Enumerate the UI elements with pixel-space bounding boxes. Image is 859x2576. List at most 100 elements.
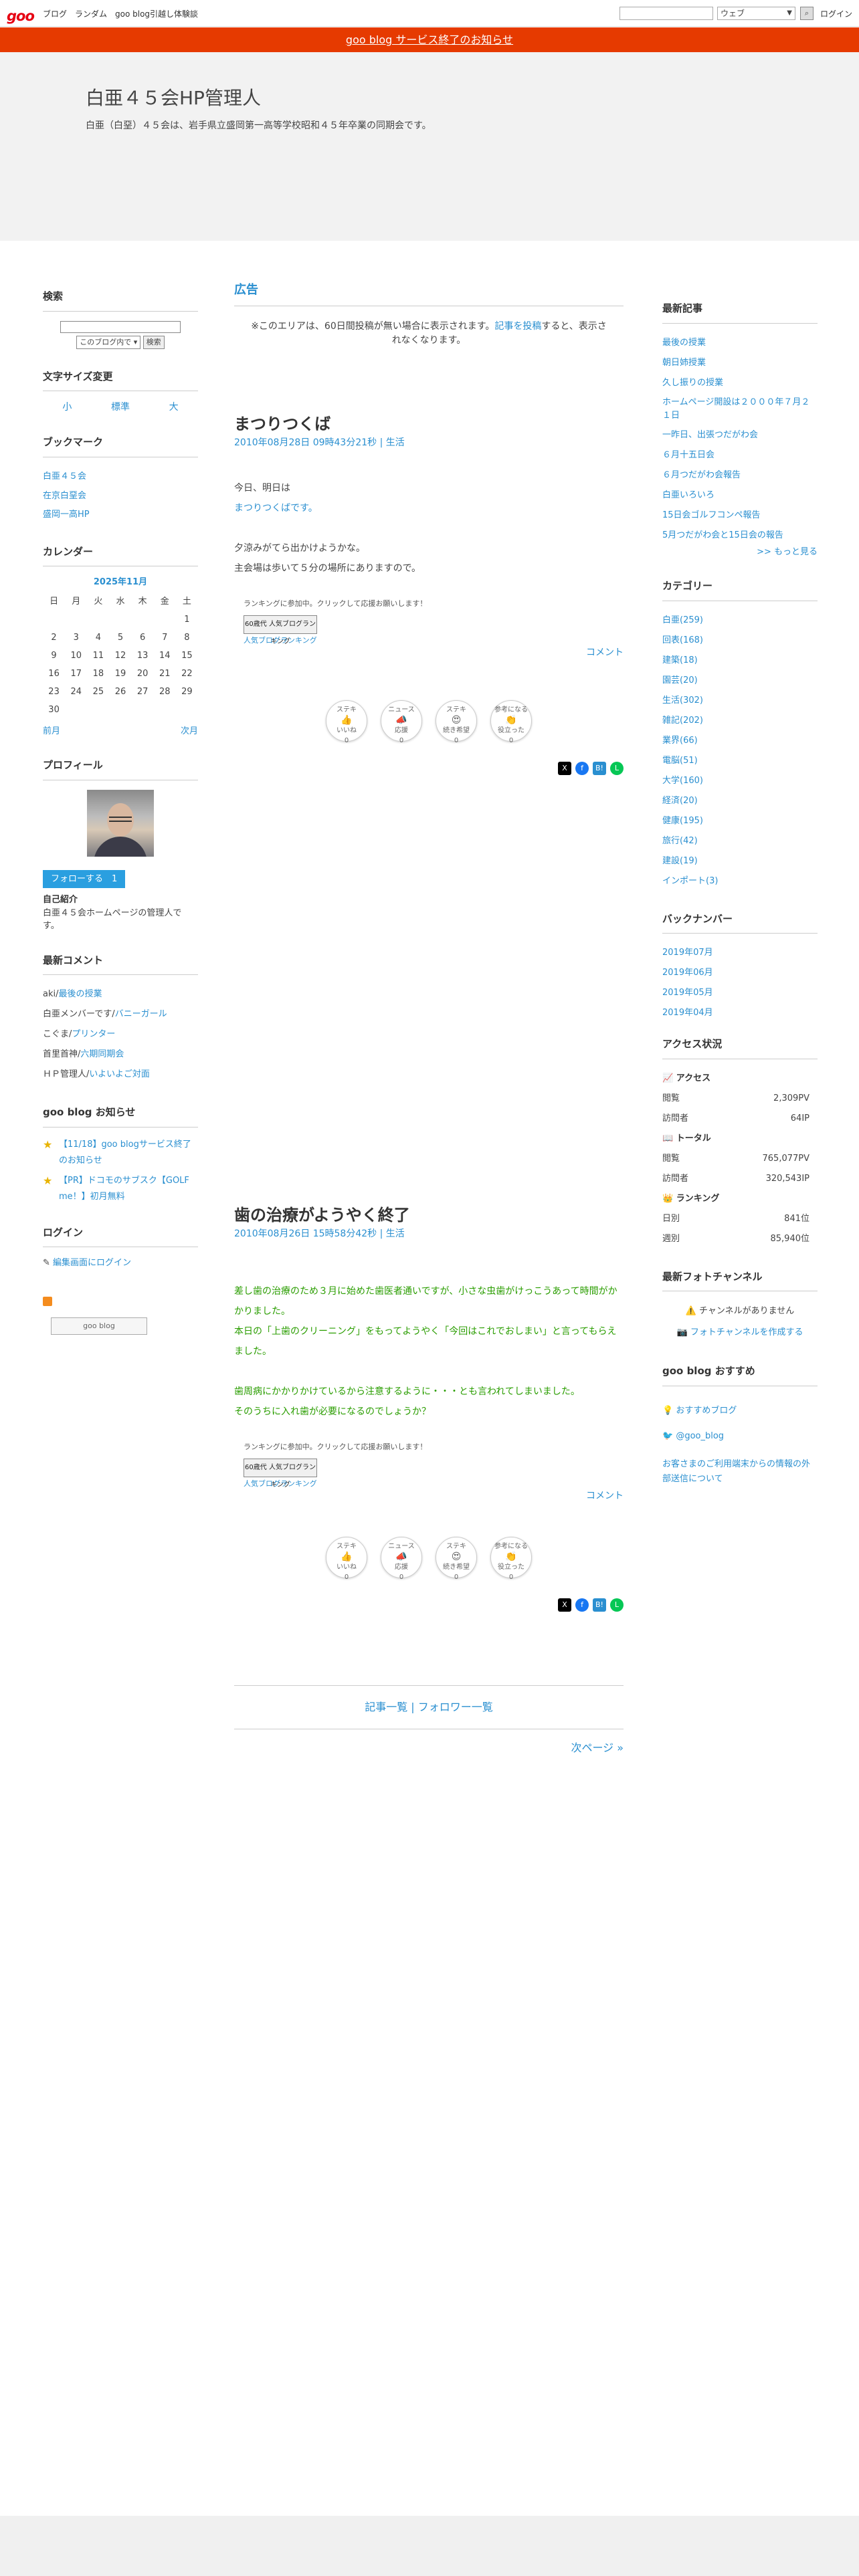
comment-entry-link[interactable]: バニーガール	[115, 1009, 167, 1019]
category-link[interactable]: 大学(160)	[662, 776, 703, 786]
comment-link[interactable]: コメント	[234, 646, 624, 660]
recent-entry-link[interactable]: 一昨日、出張つだがわ会	[662, 430, 758, 440]
edit-login-link[interactable]: 編集画面にログイン	[53, 1258, 131, 1268]
category-link[interactable]: 電脳(51)	[662, 756, 698, 766]
reaction-useful-button[interactable]: 参考になる 👏 役立った 0	[490, 700, 532, 744]
calendar-next-month[interactable]: 次月	[181, 725, 198, 738]
reaction-more-button[interactable]: ステキ 😍 続き希望 0	[436, 700, 477, 744]
entry-category-link[interactable]: 生活	[386, 1228, 405, 1239]
comment-link[interactable]: コメント	[234, 1489, 624, 1503]
search-scope-select[interactable]: ウェブ ▼	[717, 7, 795, 20]
facebook-share-icon[interactable]: f	[575, 762, 589, 775]
reaction-cheer-button[interactable]: ニュース 📣 応援 0	[381, 700, 422, 744]
comment-entry-link[interactable]: いよいよご対面	[89, 1069, 149, 1079]
goo-info-link[interactable]: 【11/18】goo blogサービス終了のお知らせ	[59, 1140, 191, 1166]
ranking-link[interactable]: 人気ブログランキング	[244, 636, 317, 645]
backnumber-link[interactable]: 2019年06月	[662, 968, 713, 978]
recent-entry-link[interactable]: 久し振りの授業	[662, 378, 723, 388]
line-share-icon[interactable]: L	[610, 1598, 624, 1612]
recent-entry-link[interactable]: 最後の授業	[662, 338, 706, 348]
recent-entry-link[interactable]: 5月つだがわ会と15日会の報告	[662, 530, 783, 540]
blog-search-button[interactable]: 検索	[142, 335, 165, 349]
nav-blog[interactable]: ブログ	[43, 8, 67, 20]
more-entries-link[interactable]: >> もっと見る	[757, 547, 818, 557]
calendar-month[interactable]: 2025年11月	[43, 576, 198, 589]
follower-list-link[interactable]: フォロワー一覧	[418, 1701, 493, 1713]
backnumber-link[interactable]: 2019年04月	[662, 1008, 713, 1016]
reaction-like-button[interactable]: ステキ 👍 いいね 0	[326, 1537, 367, 1581]
category-link[interactable]: 建築(18)	[662, 655, 698, 665]
comment-entry-link[interactable]: 最後の授業	[59, 989, 102, 999]
search-icon[interactable]: ⌕	[800, 7, 814, 20]
bookmark-item[interactable]: 在京白堊会	[43, 491, 86, 501]
category-link[interactable]: 生活(302)	[662, 695, 703, 706]
follow-button[interactable]: フォローする 1	[43, 869, 126, 888]
hatena-share-icon[interactable]: B!	[593, 1598, 606, 1612]
login-link[interactable]: ログイン	[820, 8, 852, 20]
entry-date-link[interactable]: 2010年08月28日 09時43分21秒	[234, 437, 377, 448]
bookmark-item[interactable]: 盛岡一高HP	[43, 510, 90, 520]
post-entry-link[interactable]: 記事を投稿	[494, 321, 541, 332]
ranking-badge[interactable]: 60歳代 人気ブログランキング	[244, 1458, 317, 1489]
calendar-prev-month[interactable]: 前月	[43, 725, 60, 738]
reaction-cheer-button[interactable]: ニュース 📣 応援 0	[381, 1537, 422, 1581]
blog-search-input[interactable]	[60, 320, 181, 333]
entry-date-link[interactable]: 2010年08月26日 15時58分42秒	[234, 1228, 377, 1239]
category-link[interactable]: インポート(3)	[662, 876, 718, 886]
backnumber-list[interactable]: 2019年07月 2019年06月 2019年05月 2019年04月	[662, 943, 818, 1016]
nav-random[interactable]: ランダム	[75, 8, 107, 20]
line-share-icon[interactable]: L	[610, 762, 624, 775]
hatena-share-icon[interactable]: B!	[593, 762, 606, 775]
recent-entry-link[interactable]: 白亜いろいろ	[662, 490, 714, 500]
ranking-link[interactable]: 人気ブログランキング	[244, 1479, 317, 1488]
reaction-useful-button[interactable]: 参考になる 👏 役立った 0	[490, 1537, 532, 1581]
category-link[interactable]: 健康(195)	[662, 816, 703, 826]
nav-moving-stories[interactable]: goo blog引越し体験談	[115, 8, 198, 20]
blog-title[interactable]: 白亜４５会HP管理人	[86, 84, 261, 112]
ranking-badge[interactable]: 60歳代 人気ブログランキング	[244, 615, 317, 645]
comment-entry-link[interactable]: プリンター	[72, 1029, 115, 1039]
reaction-like-button[interactable]: ステキ 👍 いいね 0	[326, 700, 367, 744]
goo-blog-twitter-link[interactable]: @goo_blog	[676, 1431, 724, 1441]
rss-icon[interactable]	[43, 1296, 52, 1306]
x-share-icon[interactable]: X	[558, 762, 571, 775]
facebook-share-icon[interactable]: f	[575, 1598, 589, 1612]
category-link[interactable]: 経済(20)	[662, 796, 698, 806]
entry-title[interactable]: まつりつくば	[234, 412, 624, 436]
category-link[interactable]: 雑記(202)	[662, 716, 703, 726]
service-end-notice-link[interactable]: goo blog サービス終了のお知らせ	[346, 33, 513, 46]
entry-line-link[interactable]: まつりつくばです。	[234, 503, 318, 514]
next-page-link[interactable]: 次ページ »	[571, 1741, 624, 1754]
entry-category-link[interactable]: 生活	[386, 437, 405, 448]
category-link[interactable]: 白亜(259)	[662, 615, 703, 625]
web-search-input[interactable]	[619, 7, 713, 20]
fontsize-small[interactable]: 小	[62, 401, 72, 415]
goo-info-link[interactable]: 【PR】ドコモのサブスク【GOLF me！】初月無料	[59, 1176, 189, 1202]
recent-entry-link[interactable]: 15日会ゴルフコンペ報告	[662, 510, 761, 520]
blog-search-scope[interactable]: このブログ内で ▾	[76, 335, 141, 349]
x-share-icon[interactable]: X	[558, 1598, 571, 1612]
goo-blog-badge[interactable]: goo blog	[51, 1317, 147, 1335]
category-link[interactable]: 回表(168)	[662, 635, 703, 645]
category-link[interactable]: 業界(66)	[662, 736, 698, 746]
recent-entry-link[interactable]: ６月つだがわ会報告	[662, 470, 741, 480]
fontsize-normal[interactable]: 標準	[111, 401, 130, 415]
goo-logo[interactable]: goo	[7, 6, 35, 27]
fontsize-large[interactable]: 大	[169, 401, 179, 415]
category-link[interactable]: 旅行(42)	[662, 836, 698, 846]
bookmark-item[interactable]: 白亜４５会	[43, 471, 86, 481]
recent-entry-link[interactable]: ６月十五日会	[662, 450, 714, 460]
external-transmission-link[interactable]: お客さまのご利用端末からの情報の外部送信について	[662, 1459, 810, 1484]
recommended-blogs-link[interactable]: おすすめブログ	[676, 1406, 737, 1416]
recent-entry-link[interactable]: ホームページ開設は２０００年７月２１日	[662, 397, 809, 421]
create-photo-channel-link[interactable]: フォトチャンネルを作成する	[690, 1327, 803, 1337]
category-link[interactable]: 園芸(20)	[662, 675, 698, 685]
recent-entry-link[interactable]: 朝日姉授業	[662, 358, 706, 368]
comment-entry-link[interactable]: 六期同期会	[80, 1049, 124, 1059]
backnumber-link[interactable]: 2019年05月	[662, 988, 713, 998]
entry-title[interactable]: 歯の治療がようやく終了	[234, 1203, 624, 1227]
entry-list-link[interactable]: 記事一覧	[365, 1701, 407, 1713]
backnumber-link[interactable]: 2019年07月	[662, 948, 713, 958]
reaction-more-button[interactable]: ステキ 😍 続き希望 0	[436, 1537, 477, 1581]
avatar[interactable]	[87, 789, 154, 857]
